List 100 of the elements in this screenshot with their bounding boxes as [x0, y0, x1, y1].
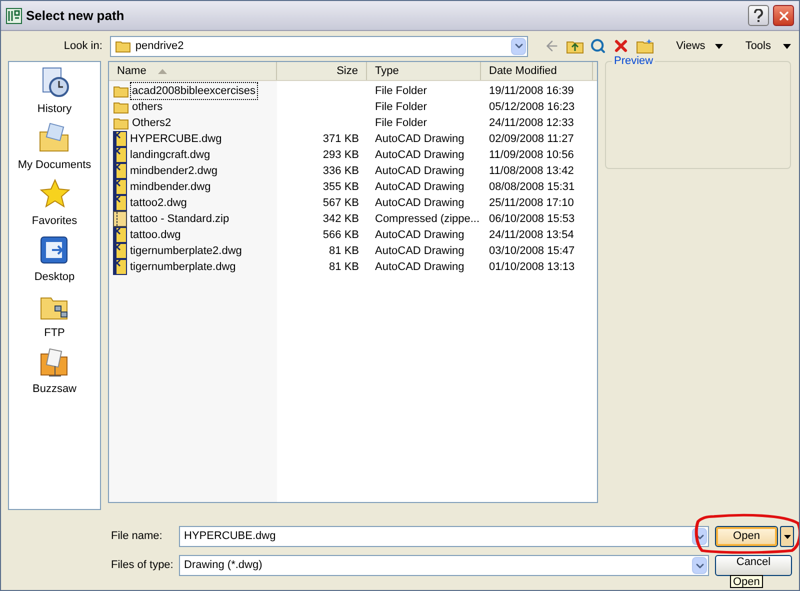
drawing-file-icon — [113, 131, 127, 147]
file-name[interactable]: mindbender.dwg — [129, 178, 212, 196]
file-size: 293 KB — [322, 148, 359, 163]
search-icon[interactable] — [590, 38, 606, 54]
look-in-label: Look in: — [62, 38, 102, 54]
file-name-value: HYPERCUBE.dwg — [184, 529, 276, 544]
file-type: AutoCAD Drawing — [375, 164, 464, 179]
file-name[interactable]: mindbender2.dwg — [129, 162, 218, 180]
file-date: 02/09/2008 11:27 — [489, 132, 574, 147]
zip-file-icon — [113, 211, 127, 227]
drawing-file-icon — [113, 195, 127, 211]
caret-icon — [783, 44, 791, 48]
tooltip: Open — [730, 575, 763, 588]
file-date: 19/11/2008 16:39 — [489, 84, 574, 99]
file-date: 24/11/2008 13:54 — [489, 228, 574, 243]
question-mark-icon — [754, 9, 763, 22]
file-type-value: Drawing (*.dwg) — [184, 558, 262, 574]
file-size: 81 KB — [329, 260, 359, 275]
look-in-dropdown[interactable]: pendrive2 — [110, 36, 528, 56]
file-date: 11/09/2008 10:56 — [489, 148, 574, 163]
caret-icon — [784, 534, 790, 538]
places-item[interactable]: My Documents — [18, 157, 92, 174]
file-type: File Folder — [375, 116, 427, 131]
tools-menu-button[interactable]: Tools — [745, 38, 791, 54]
file-type: AutoCAD Drawing — [375, 148, 464, 163]
file-size: 355 KB — [322, 180, 359, 195]
file-date: 11/08/2008 13:42 — [489, 164, 574, 179]
file-size: 566 KB — [322, 228, 359, 243]
folder-icon — [115, 39, 132, 53]
file-name[interactable]: others — [131, 98, 164, 116]
views-menu-button[interactable]: Views — [676, 38, 724, 54]
star-icon — [38, 178, 70, 210]
file-type-label: Files of type: — [110, 558, 174, 574]
file-type: AutoCAD Drawing — [375, 260, 464, 275]
dropdown-arrow-icon[interactable] — [692, 557, 707, 574]
file-name[interactable]: tattoo.dwg — [129, 226, 182, 244]
places-item[interactable]: Desktop — [34, 269, 75, 286]
file-type: File Folder — [375, 100, 427, 115]
app-icon — [6, 8, 22, 24]
drawing-file-icon — [113, 179, 127, 195]
file-type: AutoCAD Drawing — [375, 180, 464, 195]
drawing-file-icon — [113, 243, 127, 259]
caret-icon — [715, 44, 724, 48]
file-name[interactable]: tigernumberplate.dwg — [129, 258, 237, 276]
file-size: 567 KB — [322, 196, 359, 211]
file-date: 25/11/2008 17:10 — [489, 196, 574, 211]
file-name[interactable]: HYPERCUBE.dwg — [129, 130, 223, 148]
drawing-file-icon — [113, 259, 127, 275]
file-date: 06/10/2008 15:53 — [489, 212, 575, 227]
desktop-icon — [38, 234, 70, 266]
file-name[interactable]: Others2 — [131, 114, 172, 132]
folder-icon — [113, 84, 129, 98]
places-item[interactable]: Buzzsaw — [32, 381, 77, 398]
close-button[interactable] — [773, 5, 794, 26]
drawing-file-icon — [113, 147, 127, 163]
places-item[interactable]: Favorites — [32, 213, 78, 230]
column-header[interactable]: Type — [367, 62, 481, 80]
file-type: File Folder — [375, 84, 427, 99]
file-date: 08/08/2008 15:31 — [489, 180, 575, 195]
folder-document-icon — [38, 122, 70, 154]
folder-icon — [38, 346, 70, 378]
file-type: AutoCAD Drawing — [375, 132, 464, 147]
file-type-dropdown[interactable]: Drawing (*.dwg) — [179, 555, 709, 576]
file-type: AutoCAD Drawing — [375, 196, 464, 211]
column-header[interactable]: Name — [109, 62, 277, 80]
cancel-button[interactable]: Cancel — [715, 555, 792, 576]
open-options-button[interactable] — [780, 526, 794, 547]
folder-icon — [113, 116, 129, 130]
places-item[interactable]: History — [37, 101, 72, 118]
file-name-field[interactable]: HYPERCUBE.dwg — [179, 526, 709, 547]
column-header[interactable]: Date Modified — [481, 62, 593, 80]
file-date: 05/12/2008 16:23 — [489, 100, 575, 115]
file-name[interactable]: tattoo2.dwg — [129, 194, 188, 212]
file-size: 336 KB — [322, 164, 359, 179]
file-date: 24/11/2008 12:33 — [489, 116, 574, 131]
preview-label: Preview — [612, 56, 656, 67]
file-name[interactable]: tattoo - Standard.zip — [129, 210, 230, 228]
file-name[interactable]: tigernumberplate2.dwg — [129, 242, 243, 260]
folder-icon — [113, 100, 129, 114]
help-button[interactable] — [748, 5, 769, 26]
file-type: Compressed (zippe... — [375, 212, 480, 227]
open-button[interactable]: Open — [715, 526, 778, 547]
drawing-file-icon — [113, 163, 127, 179]
file-size: 342 KB — [322, 212, 359, 227]
file-date: 01/10/2008 13:13 — [489, 260, 575, 275]
drawing-file-icon — [113, 227, 127, 243]
dropdown-arrow-icon[interactable] — [511, 38, 526, 54]
new-folder-icon[interactable] — [636, 38, 654, 54]
column-header[interactable]: Size — [277, 62, 367, 80]
file-date: 03/10/2008 15:47 — [489, 244, 575, 259]
places-item[interactable]: FTP — [44, 325, 65, 342]
close-icon — [776, 8, 790, 22]
window-title: Select new path — [26, 6, 126, 25]
file-name[interactable]: landingcraft.dwg — [129, 146, 212, 164]
file-name-label: File name: — [110, 529, 164, 544]
file-size: 81 KB — [329, 244, 359, 259]
file-type: AutoCAD Drawing — [375, 228, 464, 243]
look-in-value: pendrive2 — [135, 38, 184, 54]
file-size: 371 KB — [322, 132, 359, 147]
file-name[interactable]: acad2008bibleexcercises — [131, 82, 257, 100]
